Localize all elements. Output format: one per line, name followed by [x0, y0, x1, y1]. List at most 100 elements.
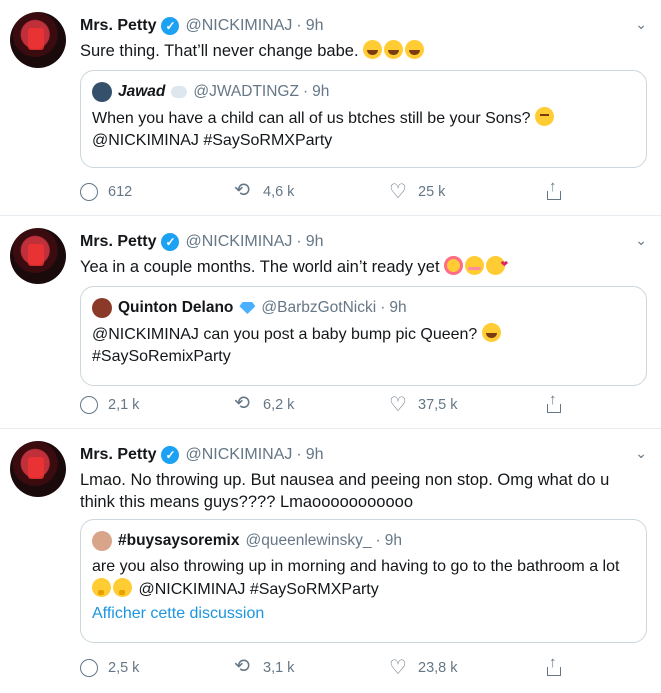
- quote-text-hashtags: @NICKIMINAJ #SaySoRMXParty: [138, 581, 379, 598]
- retweet-icon: [234, 392, 253, 415]
- quote-author-name: Jawad: [118, 83, 166, 100]
- author-handle[interactable]: @NICKIMINAJ: [185, 233, 292, 251]
- verified-icon: ✓: [161, 233, 180, 251]
- retweet-icon: [234, 655, 253, 678]
- quote-text: are you also throwing up in morning and …: [92, 556, 635, 601]
- quote-author-name: #buysaysoremix: [118, 532, 240, 549]
- reply-count: 2,5 k: [108, 660, 140, 676]
- quote-text-content: When you have a child can all of us btch…: [92, 110, 531, 127]
- reply-count: 2,1 k: [108, 397, 140, 413]
- author-name[interactable]: Mrs. Petty: [80, 233, 156, 251]
- author-name[interactable]: Mrs. Petty: [80, 17, 156, 35]
- tears-of-joy-emoji-icon: [363, 40, 383, 59]
- reply-icon: [80, 659, 98, 677]
- retweet-button[interactable]: 6,2 k: [234, 392, 390, 415]
- quote-text: When you have a child can all of us btch…: [92, 107, 635, 152]
- quote-author-name: Quinton Delano: [118, 299, 234, 316]
- share-button[interactable]: [545, 391, 585, 414]
- retweet-count: 3,1 k: [263, 660, 295, 676]
- reply-button[interactable]: 2,1 k: [80, 396, 235, 414]
- verified-icon: ✓: [161, 446, 180, 464]
- tweet-actions: 2,1 k 6,2 k 37,5 k: [80, 391, 585, 417]
- separator-dot: ·: [296, 17, 302, 34]
- tears-of-joy-emoji-icon: [384, 40, 404, 59]
- like-count: 25 k: [418, 184, 446, 200]
- retweet-button[interactable]: 3,1 k: [234, 655, 390, 678]
- share-icon: [545, 391, 563, 414]
- author-handle[interactable]: @NICKIMINAJ: [185, 446, 292, 464]
- smiling-face-with-hearts-emoji-icon: [444, 256, 464, 275]
- tweet[interactable]: Mrs. Petty ✓ @NICKIMINAJ · 9h ⌄ Lmao. No…: [0, 429, 661, 693]
- tweet-text: Yea in a couple months. The world ain’t …: [80, 253, 647, 278]
- quote-timestamp: 9h: [389, 299, 407, 316]
- heart-icon: [389, 392, 408, 417]
- share-icon: [545, 178, 563, 201]
- quote-text-content: are you also throwing up in morning and …: [92, 558, 620, 575]
- thinking-emoji-icon: [113, 578, 132, 597]
- diamond-emoji-icon: [239, 302, 256, 314]
- like-button[interactable]: 23,8 k: [389, 655, 545, 680]
- tweet[interactable]: Mrs. Petty ✓ @NICKIMINAJ · 9h ⌄ Yea in a…: [0, 216, 661, 429]
- tweet-actions: 2,5 k 3,1 k 23,8 k: [80, 654, 585, 680]
- tweet-text: Sure thing. That’ll never change babe.: [80, 40, 647, 62]
- chevron-down-icon[interactable]: ⌄: [635, 16, 647, 33]
- tears-of-joy-emoji-icon: [481, 323, 501, 342]
- chevron-down-icon[interactable]: ⌄: [635, 445, 647, 462]
- quoted-tweet[interactable]: Jawad @JWADTINGZ · 9h When you have a ch…: [80, 70, 647, 168]
- heart-icon: [389, 655, 408, 680]
- show-thread-link[interactable]: Afficher cette discussion: [92, 605, 635, 623]
- like-button[interactable]: 25 k: [389, 179, 545, 204]
- separator-dot: ·: [296, 233, 302, 250]
- quote-text-hashtags: #SaySoRemixParty: [92, 348, 231, 365]
- tweet[interactable]: Mrs. Petty ✓ @NICKIMINAJ · 9h ⌄ Sure thi…: [0, 0, 661, 216]
- retweet-icon: [234, 179, 253, 202]
- kiss-emoji-icon: [486, 253, 508, 275]
- tweet-text: Lmao. No throwing up. But nausea and pee…: [80, 471, 610, 511]
- timestamp[interactable]: 9h: [306, 446, 324, 464]
- quote-avatar: [92, 298, 112, 318]
- reply-icon: [80, 183, 98, 201]
- like-button[interactable]: 37,5 k: [389, 392, 545, 417]
- author-name[interactable]: Mrs. Petty: [80, 446, 156, 464]
- retweet-count: 4,6 k: [263, 184, 295, 200]
- tweet-actions: 612 4,6 k 25 k: [80, 178, 585, 204]
- tweet-text-content: Yea in a couple months. The world ain’t …: [80, 258, 440, 276]
- share-button[interactable]: [545, 654, 585, 677]
- share-button[interactable]: [545, 178, 585, 201]
- like-count: 37,5 k: [418, 397, 458, 413]
- quote-text-content: @NICKIMINAJ can you post a baby bump pic…: [92, 326, 478, 343]
- quote-author-handle: @BarbzGotNicki: [261, 299, 377, 316]
- avatar[interactable]: [10, 12, 66, 68]
- reply-count: 612: [108, 184, 133, 200]
- reply-button[interactable]: 612: [80, 183, 235, 201]
- separator-dot: ·: [296, 446, 302, 463]
- chevron-down-icon[interactable]: ⌄: [635, 232, 647, 249]
- retweet-count: 6,2 k: [263, 397, 295, 413]
- avatar[interactable]: [10, 228, 66, 284]
- separator-dot: ·: [380, 299, 386, 316]
- timestamp[interactable]: 9h: [306, 233, 324, 251]
- quote-timestamp: 9h: [384, 532, 402, 549]
- quoted-tweet[interactable]: Quinton Delano @BarbzGotNicki · 9h @NICK…: [80, 286, 647, 386]
- reply-button[interactable]: 2,5 k: [80, 659, 235, 677]
- quote-text-hashtags: @NICKIMINAJ #SaySoRMXParty: [92, 132, 333, 149]
- quoted-tweet[interactable]: #buysaysoremix @queenlewinsky_ · 9h are …: [80, 519, 647, 643]
- cloud-emoji-icon: [171, 86, 188, 98]
- separator-dot: ·: [302, 83, 309, 100]
- author-handle[interactable]: @NICKIMINAJ: [185, 17, 292, 35]
- verified-icon: ✓: [161, 17, 180, 35]
- timestamp[interactable]: 9h: [306, 17, 324, 35]
- avatar[interactable]: [10, 441, 66, 497]
- tweet-text-content: Sure thing. That’ll never change babe.: [80, 42, 359, 60]
- share-icon: [545, 654, 563, 677]
- quote-avatar: [92, 82, 112, 102]
- like-count: 23,8 k: [418, 660, 458, 676]
- thinking-emoji-icon: [92, 578, 111, 597]
- quote-avatar: [92, 531, 112, 551]
- quote-text: @NICKIMINAJ can you post a baby bump pic…: [92, 323, 635, 368]
- blushing-emoji-icon: [465, 256, 485, 275]
- quote-author-handle: @queenlewinsky_: [245, 532, 372, 549]
- retweet-button[interactable]: 4,6 k: [234, 179, 390, 202]
- separator-dot: ·: [375, 532, 381, 549]
- reply-icon: [80, 396, 98, 414]
